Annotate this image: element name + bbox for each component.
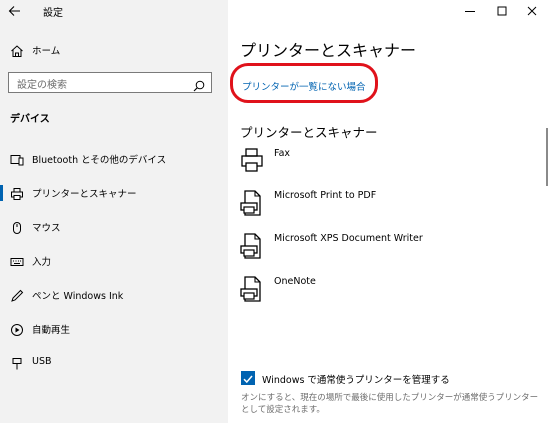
option-description: オンにすると、現在の場所で最後に使用したプリンターが通常使うプリンターとして設定… — [241, 393, 539, 415]
pen-icon — [10, 288, 24, 302]
printer-item-xps[interactable]: Microsoft XPS Document Writer — [240, 233, 490, 267]
sidebar-item-label: USB — [32, 356, 52, 367]
manage-default-printer-option[interactable]: Windows で通常使うプリンターを管理する — [241, 370, 541, 386]
mouse-icon — [10, 220, 24, 234]
printer-doc-icon — [240, 190, 264, 216]
autoplay-icon — [10, 322, 24, 336]
home-icon — [10, 43, 24, 57]
sidebar-item-mouse[interactable]: マウス — [0, 216, 228, 238]
section-heading: プリンターとスキャナー — [240, 125, 378, 140]
sidebar-item-printers[interactable]: プリンターとスキャナー — [0, 182, 228, 204]
fax-icon — [240, 148, 264, 174]
sidebar-item-label: Bluetooth とその他のデバイス — [32, 155, 167, 166]
printer-item-pdf[interactable]: Microsoft Print to PDF — [240, 190, 490, 224]
printer-item-fax[interactable]: Fax — [240, 148, 490, 182]
section-title: デバイス — [10, 114, 50, 125]
printer-item-onenote[interactable]: OneNote — [240, 276, 490, 310]
sidebar-item-label: ペンと Windows Ink — [32, 291, 124, 302]
maximize-icon[interactable] — [494, 3, 510, 19]
sidebar-item-bluetooth[interactable]: Bluetooth とその他のデバイス — [0, 148, 228, 170]
sidebar-item-label: 自動再生 — [32, 325, 71, 336]
sidebar-item-autoplay[interactable]: 自動再生 — [0, 318, 228, 340]
minimize-icon[interactable] — [462, 3, 478, 19]
main-content: プリンターとスキャナー プリンターが一覧にない場合 プリンターとスキャナー Fa… — [228, 0, 550, 423]
sidebar-item-input[interactable]: 入力 — [0, 250, 228, 272]
sidebar-item-label: 入力 — [32, 257, 52, 268]
usb-icon — [10, 356, 24, 370]
checkbox-label: Windows で通常使うプリンターを管理する — [262, 375, 450, 386]
close-icon[interactable] — [524, 3, 540, 19]
scrollbar[interactable] — [546, 128, 548, 186]
sidebar-item-label: ホーム — [32, 46, 61, 57]
page-title: プリンターとスキャナー — [240, 41, 417, 60]
app-title: 設定 — [43, 8, 63, 19]
printer-doc-icon — [240, 276, 264, 302]
sidebar: 設定 ホーム 設定の検索 デバイス Bluetooth とその他のデバイス プリ… — [0, 0, 228, 423]
sidebar-item-home[interactable]: ホーム — [0, 40, 228, 60]
printer-name: Fax — [274, 148, 291, 159]
printer-name: OneNote — [274, 276, 316, 287]
manage-default-checkbox[interactable] — [241, 371, 255, 385]
selection-indicator — [0, 185, 3, 201]
printer-icon — [10, 186, 24, 200]
printer-name: Microsoft XPS Document Writer — [274, 233, 423, 244]
back-arrow-icon[interactable] — [6, 2, 24, 20]
sidebar-item-pen[interactable]: ペンと Windows Ink — [0, 284, 228, 306]
printer-name: Microsoft Print to PDF — [274, 190, 377, 201]
sidebar-item-label: マウス — [32, 223, 61, 234]
bluetooth-devices-icon — [10, 152, 24, 166]
sidebar-item-usb[interactable]: USB — [0, 352, 228, 374]
printer-doc-icon — [240, 233, 264, 259]
search-icon[interactable] — [193, 77, 205, 92]
search-input[interactable]: 設定の検索 — [8, 72, 212, 93]
search-placeholder: 設定の検索 — [17, 80, 67, 91]
sidebar-item-label: プリンターとスキャナー — [32, 189, 137, 200]
printer-not-listed-link[interactable]: プリンターが一覧にない場合 — [242, 79, 366, 93]
keyboard-icon — [10, 254, 24, 268]
